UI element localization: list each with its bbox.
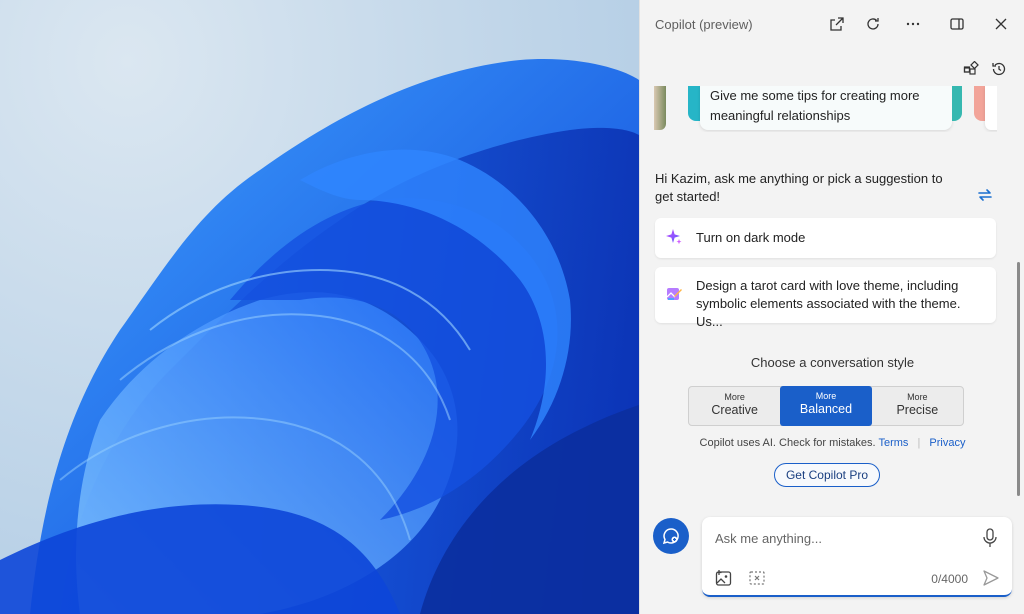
window-title: Copilot (preview): [655, 17, 753, 32]
dock-pane-icon[interactable]: [944, 12, 970, 36]
style-balanced-button[interactable]: More Balanced: [780, 386, 872, 426]
sparkle-icon: [665, 228, 685, 248]
new-topic-button[interactable]: [653, 518, 689, 554]
link-separator: |: [917, 437, 921, 449]
close-icon[interactable]: [988, 12, 1014, 36]
copilot-pane: Copilot (preview) Give me some tips for …: [639, 0, 1024, 614]
open-in-new-icon[interactable]: [824, 12, 850, 36]
history-icon[interactable]: [988, 58, 1010, 80]
desktop-wallpaper: [0, 0, 639, 614]
carousel-card-accent: [952, 86, 962, 121]
carousel-card-text: Give me some tips for creating more mean…: [710, 88, 920, 123]
conversation-style-selector: More Creative More Balanced More Precise: [688, 386, 964, 426]
carousel-card-partial[interactable]: [654, 86, 666, 130]
carousel-card-partial[interactable]: [985, 86, 997, 130]
style-label: Balanced: [799, 402, 853, 416]
suggestion-text: Design a tarot card with love theme, inc…: [696, 278, 961, 329]
chat-input[interactable]: Ask me anything...: [715, 531, 822, 546]
send-icon[interactable]: [982, 569, 1000, 587]
suggestion-text: Turn on dark mode: [696, 230, 806, 245]
privacy-link[interactable]: Privacy: [929, 437, 965, 449]
suggestion-chip[interactable]: Turn on dark mode: [655, 218, 996, 258]
terms-link[interactable]: Terms: [878, 437, 908, 449]
suggestion-carousel: Give me some tips for creating more mean…: [654, 86, 997, 132]
bloom-artwork: [0, 59, 639, 614]
more-options-icon[interactable]: [900, 12, 926, 36]
style-creative-button[interactable]: More Creative: [689, 387, 780, 425]
ai-disclaimer: Copilot uses AI. Check for mistakes. Ter…: [640, 437, 1024, 449]
carousel-card[interactable]: Give me some tips for creating more mean…: [700, 86, 952, 130]
style-prefix: More: [907, 392, 928, 402]
style-prefix: More: [724, 392, 745, 402]
refresh-icon[interactable]: [860, 12, 886, 36]
screenshot-icon[interactable]: [748, 569, 768, 587]
titlebar: Copilot (preview): [640, 0, 1024, 48]
image-create-icon: [665, 285, 685, 305]
style-precise-button[interactable]: More Precise: [872, 387, 963, 425]
conversation-style-title: Choose a conversation style: [750, 355, 915, 370]
add-image-icon[interactable]: [715, 569, 735, 587]
greeting-text: Hi Kazim, ask me anything or pick a sugg…: [655, 171, 943, 204]
plugins-icon[interactable]: [960, 58, 982, 80]
disclaimer-text: Copilot uses AI. Check for mistakes.: [699, 437, 876, 449]
scrollbar[interactable]: [1017, 262, 1020, 496]
chat-input-box[interactable]: Ask me anything... 0/4000: [702, 517, 1012, 597]
microphone-icon[interactable]: [982, 528, 1000, 548]
style-label: Precise: [896, 403, 939, 417]
character-counter: 0/4000: [931, 572, 968, 586]
suggestion-chip[interactable]: Design a tarot card with love theme, inc…: [655, 267, 996, 329]
style-label: Creative: [711, 403, 758, 417]
refresh-suggestions-icon[interactable]: [976, 186, 996, 206]
new-topic-icon: [662, 528, 679, 545]
get-copilot-pro-button[interactable]: Get Copilot Pro: [774, 463, 880, 487]
style-prefix: More: [815, 391, 837, 401]
